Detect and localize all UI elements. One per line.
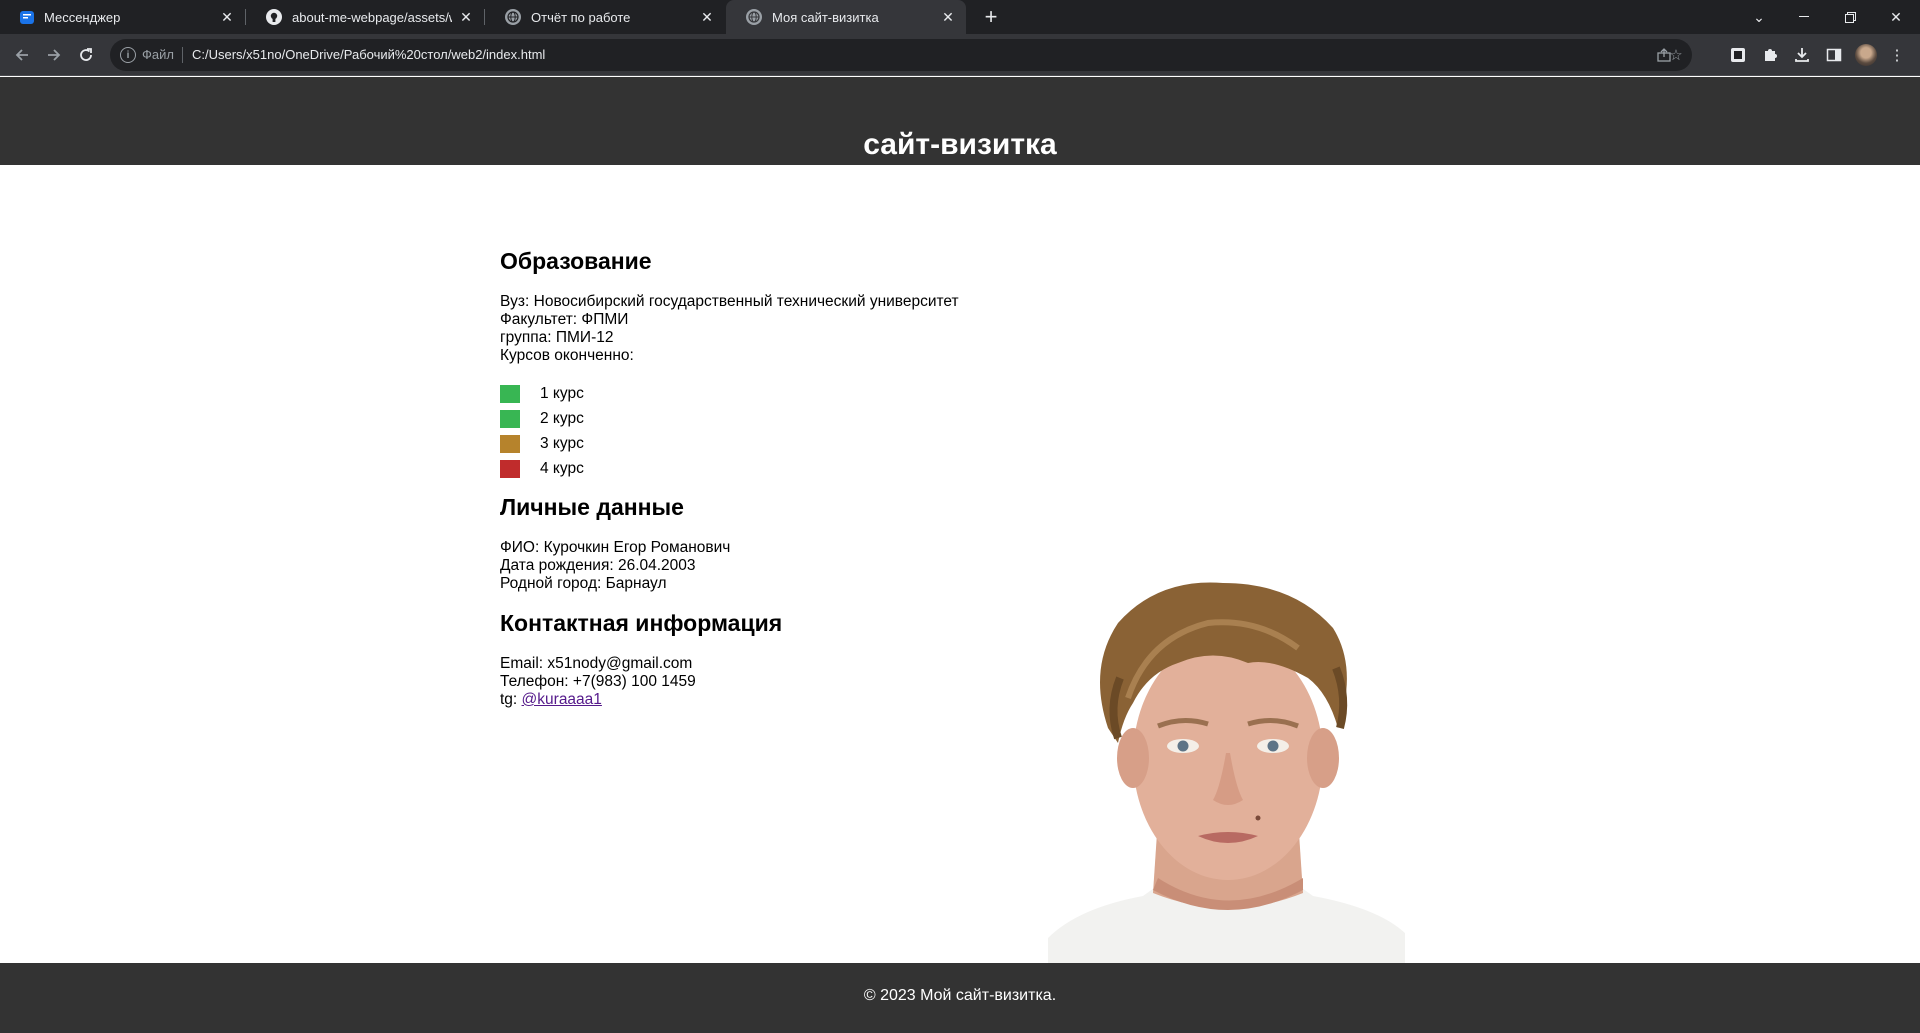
course-item: 2 курс — [500, 406, 1060, 431]
course-label: 1 курс — [540, 384, 584, 402]
fullname-line: ФИО: Курочкин Егор Романович — [500, 539, 731, 556]
tab-strip: Мессенджер ✕ about-me-webpage/assets/wal… — [0, 0, 1920, 34]
tab-title: Отчёт по работе — [531, 9, 631, 25]
telegram-line: tg: @kuraaaa1 — [500, 691, 1060, 709]
course-status-swatch — [500, 409, 520, 428]
course-item: 1 курс — [500, 381, 1060, 406]
course-label: 3 курс — [540, 434, 584, 452]
close-tab-icon[interactable]: ✕ — [699, 9, 715, 25]
scheme-label: Файл — [142, 47, 174, 62]
tab-github[interactable]: about-me-webpage/assets/wallpaper ✕ — [246, 0, 484, 34]
back-arrow-icon[interactable] — [8, 41, 36, 69]
footer-copyright: © 2023 Мой сайт-визитка. — [863, 987, 1057, 1004]
phone-line: Телефон: +7(983) 100 1459 — [500, 673, 696, 690]
course-status-swatch — [500, 384, 520, 403]
profile-avatar[interactable] — [1855, 44, 1877, 66]
course-item: 4 курс — [500, 456, 1060, 481]
globe-icon — [746, 9, 762, 25]
hometown-line: Родной город: Барнаул — [500, 575, 667, 592]
browser-toolbar: i Файл C:/Users/x51no/OneDrive/Рабочий%2… — [0, 34, 1920, 76]
new-tab-button[interactable]: + — [978, 4, 1004, 30]
download-icon[interactable] — [1791, 44, 1813, 66]
course-label: 4 курс — [540, 459, 584, 477]
tab-business-card[interactable]: Моя сайт-визитка ✕ — [726, 0, 966, 34]
course-label: 2 курс — [540, 409, 584, 427]
contacts-section: Контактная информация Email: x51nody@gma… — [500, 609, 1060, 709]
restore-icon[interactable] — [1827, 0, 1873, 34]
course-status-swatch — [500, 459, 520, 478]
chat-icon — [20, 10, 34, 24]
side-panel-icon[interactable] — [1823, 44, 1845, 66]
education-heading: Образование — [500, 248, 652, 274]
courses-completed-line: Курсов оконченно: — [500, 347, 634, 364]
telegram-link[interactable]: @kuraaaa1 — [522, 691, 602, 708]
close-tab-icon[interactable]: ✕ — [940, 9, 956, 25]
course-status-swatch — [500, 434, 520, 453]
personal-section: Личные данные ФИО: Курочкин Егор Романов… — [500, 493, 1060, 593]
profile-photo — [1048, 582, 1405, 963]
tab-search-chevron-icon[interactable]: ⌄ — [1736, 0, 1782, 34]
course-item: 3 курс — [500, 431, 1060, 456]
globe-icon — [505, 9, 521, 25]
courses-list: 1 курс 2 курс 3 курс 4 курс — [500, 381, 1060, 481]
minimize-icon[interactable] — [1781, 0, 1827, 34]
tab-title: Моя сайт-визитка — [772, 9, 879, 25]
close-window-icon[interactable]: ✕ — [1873, 0, 1919, 34]
bookmark-star-icon[interactable]: ☆ — [1666, 45, 1686, 65]
address-bar[interactable]: i Файл C:/Users/x51no/OneDrive/Рабочий%2… — [110, 39, 1692, 71]
email-line: Email: x51nody@gmail.com — [500, 655, 693, 672]
faculty-line: Факультет: ФПМИ — [500, 311, 629, 328]
tab-messenger[interactable]: Мессенджер ✕ — [0, 0, 245, 34]
forward-arrow-icon[interactable] — [40, 41, 68, 69]
puzzle-extensions-icon[interactable] — [1759, 44, 1781, 66]
group-line: группа: ПМИ-12 — [500, 329, 614, 346]
menu-kebab-icon[interactable]: ⋮ — [1886, 44, 1908, 66]
github-icon — [266, 9, 282, 25]
site-info-icon[interactable]: i — [120, 47, 136, 63]
birthdate-line: Дата рождения: 26.04.2003 — [500, 557, 696, 574]
telegram-prefix: tg: — [500, 691, 522, 708]
reload-icon[interactable] — [72, 41, 100, 69]
tab-title: Мессенджер — [44, 9, 121, 25]
contacts-heading: Контактная информация — [500, 610, 783, 636]
tab-report[interactable]: Отчёт по работе ✕ — [485, 0, 725, 34]
university-line: Вуз: Новосибирский государственный техни… — [500, 293, 959, 310]
close-tab-icon[interactable]: ✕ — [219, 9, 235, 25]
url-text[interactable]: C:/Users/x51no/OneDrive/Рабочий%20стол/w… — [192, 47, 545, 62]
extension-icon[interactable] — [1727, 44, 1749, 66]
address-divider — [182, 47, 183, 63]
tab-title: about-me-webpage/assets/wallpaper — [292, 9, 452, 25]
close-tab-icon[interactable]: ✕ — [458, 9, 474, 25]
site-title: сайт-визитка — [863, 128, 1057, 161]
education-section: Образование Вуз: Новосибирский государст… — [500, 247, 1060, 481]
main-content: Образование Вуз: Новосибирский государст… — [500, 247, 1060, 709]
personal-heading: Личные данные — [500, 494, 684, 520]
